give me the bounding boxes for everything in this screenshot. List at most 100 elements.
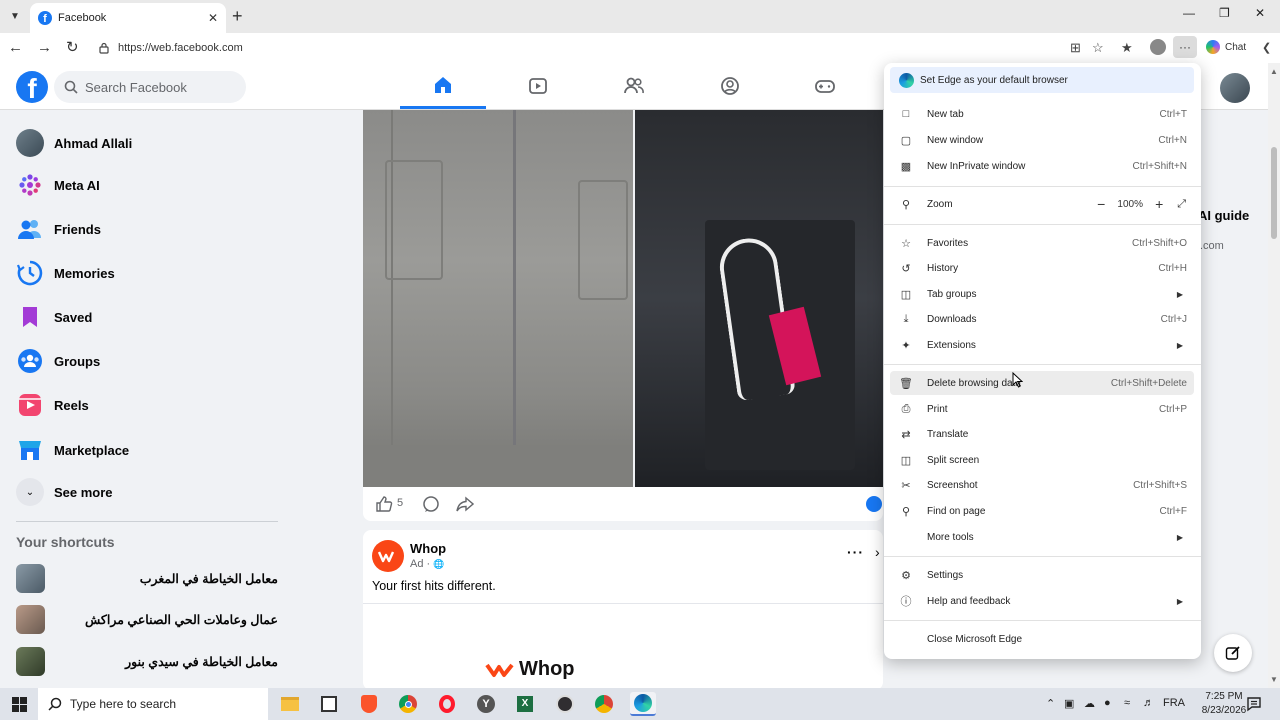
menu-item-help-and-feedback[interactable]: ⓘ Help and feedback ▶ xyxy=(890,589,1194,613)
menu-item-find-on-page[interactable]: ⚲ Find on page Ctrl+F xyxy=(890,499,1194,523)
chevron-right-icon[interactable]: › xyxy=(875,544,880,560)
sidebar-item-saved[interactable]: Saved xyxy=(16,299,286,335)
minimize-button[interactable]: — xyxy=(1183,6,1195,20)
advertiser-name[interactable]: Whop xyxy=(410,541,446,556)
menu-item-print[interactable]: ⎙ Print Ctrl+P xyxy=(890,397,1194,421)
forward-button[interactable]: → xyxy=(37,39,52,57)
sidebar-see-more[interactable]: ⌄ See more xyxy=(16,474,286,510)
post-photo-pants[interactable] xyxy=(363,110,633,487)
tab-friends[interactable] xyxy=(591,63,677,109)
refresh-button[interactable]: ↻ xyxy=(66,39,79,57)
whop-brand-logo[interactable]: Whop xyxy=(485,658,575,681)
microsoft-store-icon[interactable] xyxy=(316,692,342,716)
menu-item-split-screen[interactable]: ◫ Split screen xyxy=(890,448,1194,472)
profile-avatar[interactable] xyxy=(1150,39,1166,55)
close-icon[interactable]: ✕ xyxy=(208,11,218,25)
browser-tab-facebook[interactable]: f Facebook ✕ xyxy=(30,3,226,33)
sidebar-item-profile[interactable]: Ahmad Allali xyxy=(16,125,286,161)
favorite-star-icon[interactable]: ☆ xyxy=(1092,41,1104,55)
scrollbar-thumb[interactable] xyxy=(1271,147,1277,239)
site-info-icon[interactable] xyxy=(98,42,110,54)
new-message-button[interactable] xyxy=(1214,634,1252,672)
microphone-icon[interactable]: ● xyxy=(1104,697,1111,709)
back-button[interactable]: ← xyxy=(8,39,23,57)
menu-item-downloads[interactable]: ⤓ Downloads Ctrl+J xyxy=(890,307,1194,331)
scroll-up-icon[interactable]: ▲ xyxy=(1270,67,1278,76)
menu-item-delete-browsing-data[interactable]: 🗑 Delete browsing data Ctrl+Shift+Delete xyxy=(890,371,1194,395)
chevron-left-icon[interactable]: ❮ xyxy=(1262,41,1271,54)
app-available-icon[interactable]: ⊞ xyxy=(1070,41,1081,55)
clock[interactable]: 7:25 PM 8/23/2026 xyxy=(1200,690,1248,718)
tab-gaming[interactable] xyxy=(782,63,868,109)
post-options-button[interactable]: ··· xyxy=(847,544,864,560)
facebook-logo[interactable]: f xyxy=(16,71,48,103)
search-box[interactable] xyxy=(54,71,246,103)
opera-icon[interactable] xyxy=(434,692,460,716)
chrome-icon[interactable] xyxy=(395,692,421,716)
yandex-icon[interactable]: Y xyxy=(473,692,499,716)
like-icon[interactable] xyxy=(375,495,393,513)
menu-item-translate[interactable]: ⇄ Translate xyxy=(890,422,1194,446)
menu-item-more-tools[interactable]: More tools ▶ xyxy=(890,525,1194,549)
comment-icon[interactable] xyxy=(422,495,440,513)
menu-item-new-inprivate-window[interactable]: ▩ New InPrivate window Ctrl+Shift+N xyxy=(890,154,1194,178)
language-indicator[interactable]: FRA xyxy=(1163,697,1185,709)
favorites-icon[interactable]: ★ xyxy=(1121,41,1133,55)
whop-logo[interactable] xyxy=(372,540,404,572)
page-scrollbar[interactable]: ▲ ▼ xyxy=(1268,63,1280,688)
copilot-chat-button[interactable]: Chat xyxy=(1206,40,1246,54)
search-input[interactable] xyxy=(85,79,235,95)
taskbar-search-input[interactable] xyxy=(70,697,250,711)
menu-item-favorites[interactable]: ☆ Favorites Ctrl+Shift+O xyxy=(890,231,1194,255)
shortcut-item[interactable]: عمال وعاملات الحي الصناعي مراكش xyxy=(16,604,278,634)
sidebar-item-marketplace[interactable]: Marketplace xyxy=(16,432,286,468)
account-avatar[interactable] xyxy=(1220,73,1250,103)
start-button[interactable] xyxy=(0,688,38,720)
menu-item-history[interactable]: ↺ History Ctrl+H xyxy=(890,256,1194,280)
notifications-icon[interactable] xyxy=(1246,696,1262,712)
address-bar[interactable]: https://web.facebook.com xyxy=(90,36,1114,60)
settings-and-more-button[interactable]: ··· xyxy=(1173,36,1197,58)
wifi-icon[interactable]: ≈ xyxy=(1124,697,1130,709)
sidebar-item-groups[interactable]: Groups xyxy=(16,343,286,379)
file-explorer-icon[interactable] xyxy=(277,692,303,716)
network-icon[interactable]: ▣ xyxy=(1064,697,1074,710)
new-tab-button[interactable]: + xyxy=(232,7,243,25)
shortcut-item[interactable]: معامل الخياطة في المغرب xyxy=(16,563,278,593)
post-photos[interactable] xyxy=(363,110,883,487)
taskbar-search[interactable] xyxy=(38,688,268,720)
brave-icon[interactable] xyxy=(356,692,382,716)
onedrive-icon[interactable]: ☁ xyxy=(1084,697,1095,710)
default-browser-banner[interactable]: Set Edge as your default browser xyxy=(890,67,1194,93)
menu-item-settings[interactable]: ⚙ Settings xyxy=(890,563,1194,587)
scroll-down-icon[interactable]: ▼ xyxy=(1270,675,1278,684)
fullscreen-button[interactable]: ⤢ xyxy=(1177,198,1186,211)
menu-item-screenshot[interactable]: ✂ Screenshot Ctrl+Shift+S xyxy=(890,473,1194,497)
obs-icon[interactable] xyxy=(552,692,578,716)
shortcut-item[interactable]: معامل الخياطة في سيدي بنور xyxy=(16,646,278,676)
zoom-in-button[interactable]: + xyxy=(1149,196,1169,212)
menu-item-new-tab[interactable]: □ New tab Ctrl+T xyxy=(890,102,1194,126)
share-icon[interactable] xyxy=(456,495,474,513)
tab-video[interactable] xyxy=(495,63,581,109)
sidebar-item-friends[interactable]: Friends xyxy=(16,211,286,247)
chrome-profile-icon[interactable] xyxy=(591,692,617,716)
sidebar-item-memories[interactable]: Memories xyxy=(16,255,286,291)
right-column-heading[interactable]: AI guide xyxy=(1198,208,1249,223)
restore-button[interactable]: ❐ xyxy=(1219,6,1230,20)
sidebar-item-meta-ai[interactable]: Meta AI xyxy=(16,167,286,203)
excel-icon[interactable]: X xyxy=(512,692,538,716)
post-photo-packaged[interactable] xyxy=(635,110,883,487)
tab-profile[interactable] xyxy=(687,63,773,109)
menu-item-extensions[interactable]: ✦ Extensions ▶ xyxy=(890,333,1194,357)
menu-item-close-edge[interactable]: Close Microsoft Edge xyxy=(890,627,1194,651)
tab-home[interactable] xyxy=(400,63,486,109)
tab-list-button[interactable]: ▼ xyxy=(4,6,26,26)
volume-icon[interactable]: ♬ xyxy=(1143,697,1154,709)
close-window-button[interactable]: ✕ xyxy=(1255,6,1265,20)
like-reaction-icon[interactable] xyxy=(866,496,882,512)
show-hidden-icons-button[interactable]: ⌃ xyxy=(1046,697,1055,710)
zoom-out-button[interactable]: − xyxy=(1091,196,1111,212)
menu-item-tab-groups[interactable]: ◫ Tab groups ▶ xyxy=(890,282,1194,306)
menu-item-new-window[interactable]: ▢ New window Ctrl+N xyxy=(890,128,1194,152)
